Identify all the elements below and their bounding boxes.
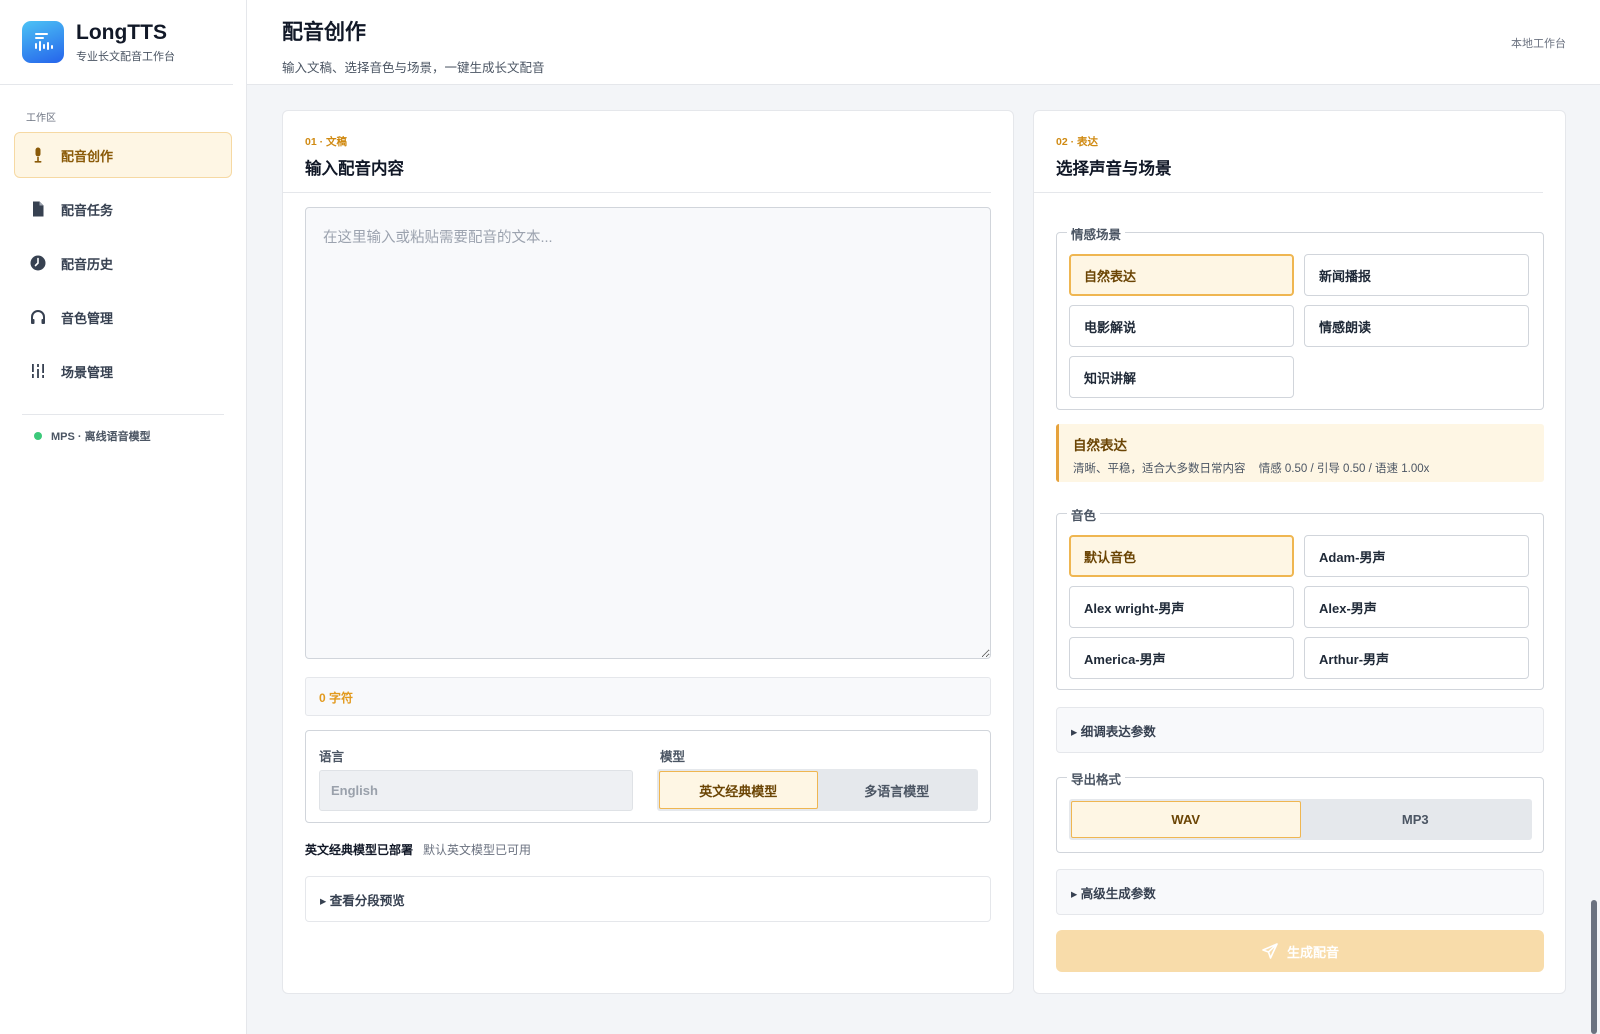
scene-option-natural[interactable]: 自然表达 <box>1069 254 1294 296</box>
card-header: 02 · 表达 选择声音与场景 <box>1034 111 1543 193</box>
send-icon <box>1262 943 1278 959</box>
char-count: 0 字符 <box>305 677 991 716</box>
brand: LongTTS 专业长文配音工作台 <box>0 0 233 85</box>
voice-option-default[interactable]: 默认音色 <box>1069 535 1294 577</box>
sidebar-item-dubbing-tasks[interactable]: 配音任务 <box>14 186 232 232</box>
card-kicker: 01 · 文稿 <box>305 136 348 148</box>
card-title: 输入配音内容 <box>305 160 404 178</box>
scene-fieldset: 情感场景 自然表达 新闻播报 电影解说 情感朗读 知识讲解 <box>1056 224 1544 410</box>
advanced-params-toggle[interactable]: ▸ 高级生成参数 <box>1056 869 1544 915</box>
model-status-text: MPS · 离线语音模型 <box>51 431 151 443</box>
format-option-mp3[interactable]: MP3 <box>1301 801 1531 838</box>
sidebar-item-label: 配音创作 <box>61 148 114 164</box>
voice-legend: 音色 <box>1067 505 1101 524</box>
scene-info-description: 清晰、平稳，适合大多数日常内容 情感 0.50 / 引导 0.50 / 语速 1… <box>1073 460 1530 476</box>
sliders-icon <box>30 364 46 378</box>
sidebar-item-label: 场景管理 <box>61 364 114 380</box>
scene-info-text: 清晰、平稳，适合大多数日常内容 <box>1073 463 1246 475</box>
segment-preview-toggle[interactable]: ▸ 查看分段预览 <box>305 876 991 922</box>
page-subtitle: 输入文稿、选择音色与场景，一键生成长文配音 <box>282 61 545 75</box>
workspace-link[interactable]: 本地工作台 <box>1511 35 1566 51</box>
generate-button-label: 生成配音 <box>1286 944 1339 960</box>
voice-option-adam[interactable]: Adam-男声 <box>1304 535 1529 577</box>
document-icon <box>33 201 44 217</box>
format-option-wav[interactable]: WAV <box>1071 801 1301 838</box>
brand-name: LongTTS <box>76 20 167 44</box>
voice-fieldset: 音色 默认音色 Adam-男声 Alex wright-男声 Alex-男声 A… <box>1056 505 1544 690</box>
format-fieldset: 导出格式 WAV MP3 <box>1056 769 1544 853</box>
sidebar: LongTTS 专业长文配音工作台 工作区 配音创作 配音任务 配音历史 音色管… <box>0 0 247 1034</box>
script-textarea[interactable] <box>305 207 991 659</box>
sidebar-item-scene-manage[interactable]: 场景管理 <box>14 348 232 394</box>
microphone-icon <box>34 147 42 163</box>
status-dot-icon <box>34 432 42 440</box>
card-kicker: 02 · 表达 <box>1056 136 1099 148</box>
expression-card: 02 · 表达 选择声音与场景 情感场景 自然表达 新闻播报 电影解说 情感朗读… <box>1033 110 1566 994</box>
model-option-multilingual[interactable]: 多语言模型 <box>818 771 977 809</box>
voice-option-arthur[interactable]: Arthur-男声 <box>1304 637 1529 679</box>
language-select[interactable]: English <box>319 770 633 811</box>
format-segmented-control: WAV MP3 <box>1069 799 1532 840</box>
language-model-box: 语言 English 模型 英文经典模型 多语言模型 <box>305 730 991 823</box>
model-option-english-classic[interactable]: 英文经典模型 <box>659 771 818 809</box>
scene-info-panel: 自然表达 清晰、平稳，适合大多数日常内容 情感 0.50 / 引导 0.50 /… <box>1056 424 1544 482</box>
scene-legend: 情感场景 <box>1067 224 1126 243</box>
page-header: 配音创作 输入文稿、选择音色与场景，一键生成长文配音 本地工作台 <box>247 0 1600 85</box>
sidebar-item-voice-manage[interactable]: 音色管理 <box>14 294 232 340</box>
model-label: 模型 <box>660 750 686 764</box>
generate-button[interactable]: 生成配音 <box>1056 930 1544 972</box>
fine-tune-toggle[interactable]: ▸ 细调表达参数 <box>1056 707 1544 753</box>
voice-option-america[interactable]: America-男声 <box>1069 637 1294 679</box>
model-status: MPS · 离线语音模型 <box>34 428 246 444</box>
scene-option-emotional-reading[interactable]: 情感朗读 <box>1304 305 1529 347</box>
headphones-icon <box>31 310 45 324</box>
voice-option-alex[interactable]: Alex-男声 <box>1304 586 1529 628</box>
sidebar-item-label: 配音任务 <box>61 202 114 218</box>
divider <box>22 414 224 415</box>
format-legend: 导出格式 <box>1067 769 1126 788</box>
model-segmented-control: 英文经典模型 多语言模型 <box>657 769 978 811</box>
sidebar-item-dubbing-history[interactable]: 配音历史 <box>14 240 232 286</box>
scene-option-knowledge[interactable]: 知识讲解 <box>1069 356 1294 398</box>
page-title: 配音创作 <box>282 21 366 44</box>
sidebar-item-label: 音色管理 <box>61 310 114 326</box>
deploy-status-note: 默认英文模型已可用 <box>423 843 532 857</box>
scene-info-params: 情感 0.50 / 引导 0.50 / 语速 1.00x <box>1258 463 1430 475</box>
deploy-status-title: 英文经典模型已部署 <box>305 843 414 857</box>
logo-icon <box>22 21 64 63</box>
scene-info-title: 自然表达 <box>1073 438 1127 453</box>
clock-icon <box>30 255 46 271</box>
scene-option-news[interactable]: 新闻播报 <box>1304 254 1529 296</box>
card-title: 选择声音与场景 <box>1056 160 1172 178</box>
voice-option-alex-wright[interactable]: Alex wright-男声 <box>1069 586 1294 628</box>
deploy-status: 英文经典模型已部署 默认英文模型已可用 <box>305 841 531 858</box>
language-label: 语言 <box>319 750 345 764</box>
scene-option-movie[interactable]: 电影解说 <box>1069 305 1294 347</box>
section-label: 工作区 <box>26 113 56 124</box>
card-header: 01 · 文稿 输入配音内容 <box>283 111 991 193</box>
sidebar-item-dubbing-create[interactable]: 配音创作 <box>14 132 232 178</box>
brand-subtitle: 专业长文配音工作台 <box>76 50 175 63</box>
sidebar-item-label: 配音历史 <box>61 256 114 272</box>
page-scrollbar[interactable] <box>1591 900 1597 1034</box>
script-card: 01 · 文稿 输入配音内容 0 字符 语言 English 模型 英文经典模型… <box>282 110 1014 994</box>
sidebar-nav: 配音创作 配音任务 配音历史 音色管理 场景管理 <box>0 132 246 394</box>
